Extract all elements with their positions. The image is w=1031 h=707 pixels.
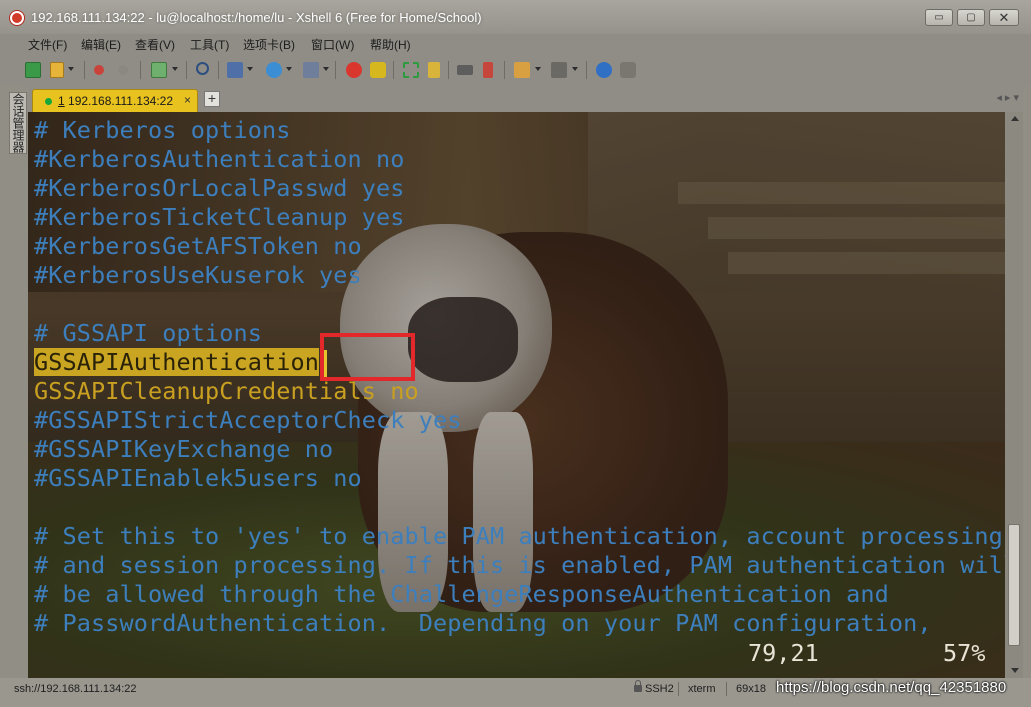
toolbar-divider	[218, 61, 219, 79]
terminal-scrollbar[interactable]	[1005, 112, 1023, 678]
terminal-line: #GSSAPIKeyExchange no	[34, 435, 334, 463]
terminal-size-label: 69x18	[736, 683, 766, 695]
terminal-line: #KerberosGetAFSToken no	[34, 232, 362, 260]
toolbar-divider	[186, 61, 187, 79]
terminal-line: #GSSAPIStrictAcceptorCheck yes	[34, 406, 462, 434]
help-icon[interactable]	[596, 62, 612, 78]
lock-icon	[634, 680, 642, 692]
terminal-line: #KerberosOrLocalPasswd yes	[34, 174, 405, 202]
tab-close-icon[interactable]: ×	[184, 93, 191, 107]
menu-help[interactable]: 帮助(H)	[370, 36, 411, 53]
search-highlight: GSSAPIAuthentication	[34, 348, 319, 376]
terminal-line-current: GSSAPIAuthentication	[34, 348, 319, 377]
disconnect-icon[interactable]	[118, 65, 128, 75]
menu-tools[interactable]: 工具(T)	[190, 36, 229, 53]
globe-icon[interactable]	[266, 62, 282, 78]
cursor-position: 79,21	[748, 639, 819, 667]
toolbar-divider	[84, 61, 85, 79]
toolbar-divider	[504, 61, 505, 79]
terminal-line: # Set this to 'yes' to enable PAM authen…	[34, 522, 1005, 550]
scroll-thumb[interactable]	[1008, 524, 1020, 646]
xshell-icon[interactable]	[346, 62, 362, 78]
terminal-line: # and session processing. If this is ena…	[34, 551, 1005, 579]
tab-navigation-arrows[interactable]: ◂ ▸ ▾	[996, 91, 1019, 104]
connect-icon[interactable]	[94, 65, 104, 75]
window-title: 192.168.111.134:22 - lu@localhost:/home/…	[31, 10, 482, 25]
find-icon[interactable]	[196, 62, 209, 75]
font-icon[interactable]	[303, 62, 319, 78]
menu-window[interactable]: 窗口(W)	[311, 36, 354, 53]
tab-session-1[interactable]: 1 192.168.111.134:22 ×	[32, 89, 198, 112]
xftp-icon[interactable]	[370, 62, 386, 78]
chat-icon[interactable]	[620, 62, 636, 78]
chevron-down-icon[interactable]	[68, 67, 74, 71]
chevron-down-icon[interactable]	[323, 67, 329, 71]
connection-address: ssh://192.168.111.134:22	[14, 683, 137, 695]
toolbar-divider	[335, 61, 336, 79]
terminal-line: #GSSAPIEnablek5users no	[34, 464, 362, 492]
xshell-app-icon	[10, 11, 24, 25]
script-icon[interactable]	[483, 62, 493, 78]
watermark: https://blog.csdn.net/qq_42351880	[776, 679, 1007, 696]
terminal-type-label: xterm	[688, 683, 716, 695]
scroll-percent: 57%	[943, 639, 986, 667]
tab-bar: 1 192.168.111.134:22 × + ◂ ▸ ▾	[28, 86, 1031, 112]
new-session-icon[interactable]	[25, 62, 41, 78]
tab-label: 1 192.168.111.134:22	[58, 94, 174, 108]
layout-icon[interactable]	[551, 62, 567, 78]
chevron-down-icon[interactable]	[535, 67, 541, 71]
terminal-line: GSSAPICleanupCredentials no	[34, 377, 419, 405]
chevron-down-icon[interactable]	[172, 67, 178, 71]
menu-edit[interactable]: 编辑(E)	[81, 36, 121, 53]
menu-view[interactable]: 查看(V)	[135, 36, 175, 53]
session-manager-tab[interactable]: 会话管理器	[9, 92, 27, 154]
terminal-line: #KerberosUseKuserok yes	[34, 261, 362, 289]
menu-file[interactable]: 文件(F)	[28, 36, 67, 53]
toolbar-divider	[140, 61, 141, 79]
chevron-down-icon[interactable]	[572, 67, 578, 71]
connected-status-icon	[45, 98, 52, 105]
toolbar-divider	[393, 61, 394, 79]
maximize-button[interactable]: ▢	[957, 9, 985, 26]
right-strip	[1023, 86, 1031, 678]
terminal-view[interactable]: # Kerberos options #KerberosAuthenticati…	[28, 112, 1005, 678]
toolbar-divider	[586, 61, 587, 79]
toolbar-divider	[448, 61, 449, 79]
chevron-down-icon[interactable]	[286, 67, 292, 71]
properties-icon[interactable]	[227, 62, 243, 78]
left-strip	[0, 86, 28, 678]
menu-tabs[interactable]: 选项卡(B)	[243, 36, 295, 53]
terminal-line: #KerberosAuthentication no	[34, 145, 405, 173]
scroll-down-icon[interactable]	[1011, 668, 1019, 673]
fullscreen-icon[interactable]	[403, 62, 419, 78]
reconnect-icon[interactable]	[151, 62, 167, 78]
terminal-line: # PasswordAuthentication. Depending on y…	[34, 609, 932, 637]
minimize-button[interactable]: ▭	[925, 9, 953, 26]
status-divider	[726, 682, 727, 696]
open-folder-icon[interactable]	[50, 62, 64, 78]
keyboard-icon[interactable]	[457, 65, 473, 75]
new-folder-icon[interactable]	[514, 62, 530, 78]
terminal-line: # Kerberos options	[34, 116, 291, 144]
toolbar	[0, 54, 1031, 86]
title-bar: 192.168.111.134:22 - lu@localhost:/home/…	[0, 0, 1031, 34]
terminal-line: #KerberosTicketCleanup yes	[34, 203, 405, 231]
status-divider	[678, 682, 679, 696]
terminal-line: # be allowed through the ChallengeRespon…	[34, 580, 889, 608]
status-bar: ssh://192.168.111.134:22 SSH2 xterm 69x1…	[0, 678, 1031, 707]
annotation-box	[320, 333, 415, 381]
add-tab-button[interactable]: +	[204, 91, 220, 107]
lock-icon[interactable]	[428, 62, 440, 78]
close-button[interactable]: ✕	[989, 9, 1019, 26]
menu-bar: 文件(F) 编辑(E) 查看(V) 工具(T) 选项卡(B) 窗口(W) 帮助(…	[0, 34, 1031, 54]
chevron-down-icon[interactable]	[247, 67, 253, 71]
terminal-line: # GSSAPI options	[34, 319, 262, 347]
scroll-up-icon[interactable]	[1011, 116, 1019, 121]
protocol-label: SSH2	[645, 683, 674, 695]
